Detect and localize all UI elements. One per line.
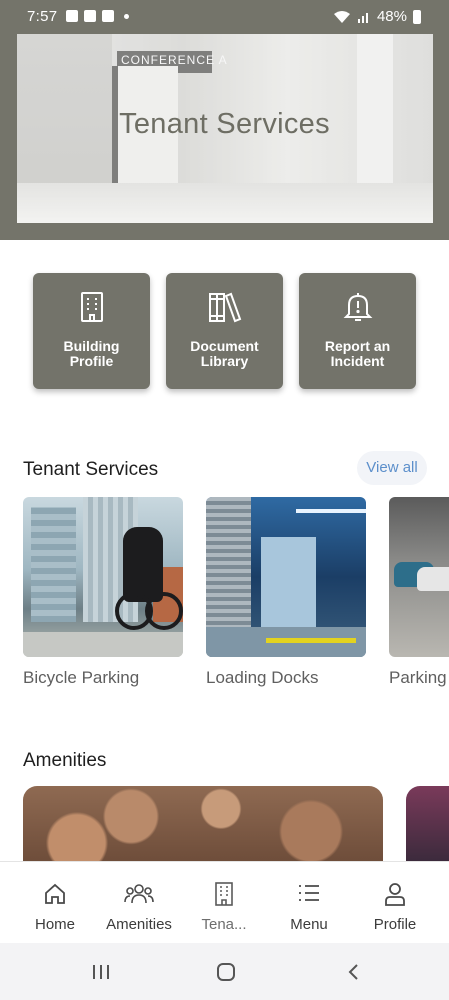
more-dot-icon: [124, 13, 129, 19]
nav-home[interactable]: Home: [15, 862, 95, 944]
back-button[interactable]: [343, 959, 363, 985]
building-icon: [215, 882, 233, 906]
nav-label: Home: [34, 916, 75, 933]
image-icon: [66, 10, 78, 22]
tenant-services-heading: Tenant Services: [23, 459, 159, 480]
back-chevron-icon: [348, 964, 358, 980]
system-nav-bar: [0, 943, 449, 1000]
nav-amenities[interactable]: Amenities: [99, 862, 179, 944]
nav-label: Profile: [373, 916, 417, 933]
view-all-link[interactable]: View all: [357, 451, 427, 485]
qa-label-line1: Document: [190, 338, 259, 354]
parking-image[interactable]: [389, 497, 449, 657]
building-icon: [80, 292, 103, 322]
qa-label-line1: Report an: [324, 338, 391, 354]
battery-icon: [413, 9, 421, 24]
bicycle-parking-image[interactable]: [23, 497, 183, 657]
home-icon: [45, 883, 65, 904]
home-system-button[interactable]: [214, 959, 238, 985]
nav-label: Tena...: [201, 916, 247, 933]
bottom-nav: Home Amenities Tena... Menu Profile: [0, 861, 449, 944]
hero-title: Tenant Services: [119, 108, 330, 140]
qa-label-line2: Incident: [330, 353, 385, 369]
qa-label-line2: Library: [200, 353, 249, 369]
books-icon: [208, 292, 241, 323]
status-right: 48%: [333, 8, 421, 25]
recent-apps-icon: [93, 965, 109, 979]
report-incident-button[interactable]: Report an Incident: [299, 273, 416, 389]
nav-tenant-services[interactable]: Tena...: [184, 862, 264, 944]
nav-profile[interactable]: Profile: [355, 862, 435, 944]
home-circle-icon: [217, 963, 235, 981]
alert-bell-icon: [343, 293, 372, 321]
person-icon: [385, 883, 405, 906]
hero-banner: CONFERENCE A Tenant Services: [0, 0, 449, 240]
service-card-label[interactable]: Bicycle Parking: [23, 668, 139, 688]
qa-label-line1: Building: [63, 338, 120, 354]
nav-label: Amenities: [106, 916, 172, 933]
loading-docks-image[interactable]: [206, 497, 366, 657]
recent-apps-button[interactable]: [90, 959, 112, 985]
service-card-label[interactable]: Parking: [389, 668, 449, 688]
people-icon: [124, 884, 154, 904]
status-time: 7:57: [27, 8, 58, 25]
nav-label: Menu: [290, 916, 328, 933]
nav-menu[interactable]: Menu: [269, 862, 349, 944]
status-bar: 7:57 48%: [0, 0, 449, 34]
notification-icons: [66, 10, 129, 22]
app-icon: [84, 10, 96, 22]
wifi-icon: [333, 10, 350, 23]
quick-actions: Building Profile Document Library Report a…: [33, 273, 417, 389]
building-profile-button[interactable]: Building Profile: [33, 273, 150, 389]
amenity-card-image[interactable]: [23, 786, 383, 862]
service-card-label[interactable]: Loading Docks: [206, 668, 318, 688]
menu-list-icon: [299, 885, 319, 901]
gmail-icon: [102, 10, 114, 22]
document-library-button[interactable]: Document Library: [166, 273, 283, 389]
signal-icon: [357, 12, 368, 23]
battery-percent: 48%: [376, 8, 407, 25]
amenity-card-image[interactable]: [406, 786, 449, 862]
qa-label-line2: Profile: [69, 353, 114, 369]
amenities-heading: Amenities: [23, 750, 107, 771]
